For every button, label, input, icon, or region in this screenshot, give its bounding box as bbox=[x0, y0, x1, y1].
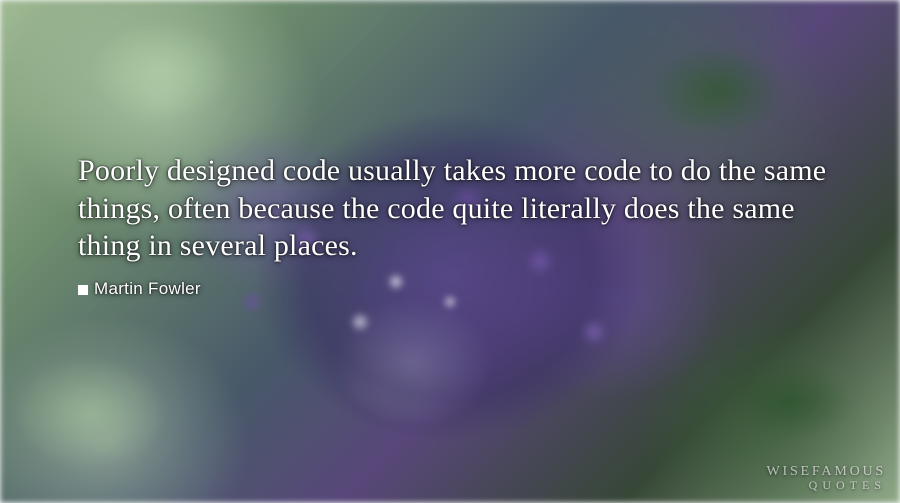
quote-block: Poorly designed code usually takes more … bbox=[78, 152, 830, 299]
quote-text: Poorly designed code usually takes more … bbox=[78, 152, 830, 265]
site-watermark: WISEFAMOUS QUOTES bbox=[766, 464, 886, 493]
quote-author: Martin Fowler bbox=[94, 279, 201, 298]
watermark-line2: QUOTES bbox=[766, 478, 886, 493]
attribution-dash-icon bbox=[78, 285, 88, 295]
quote-attribution: Martin Fowler bbox=[78, 279, 830, 299]
watermark-line1: WISEFAMOUS bbox=[766, 464, 886, 479]
